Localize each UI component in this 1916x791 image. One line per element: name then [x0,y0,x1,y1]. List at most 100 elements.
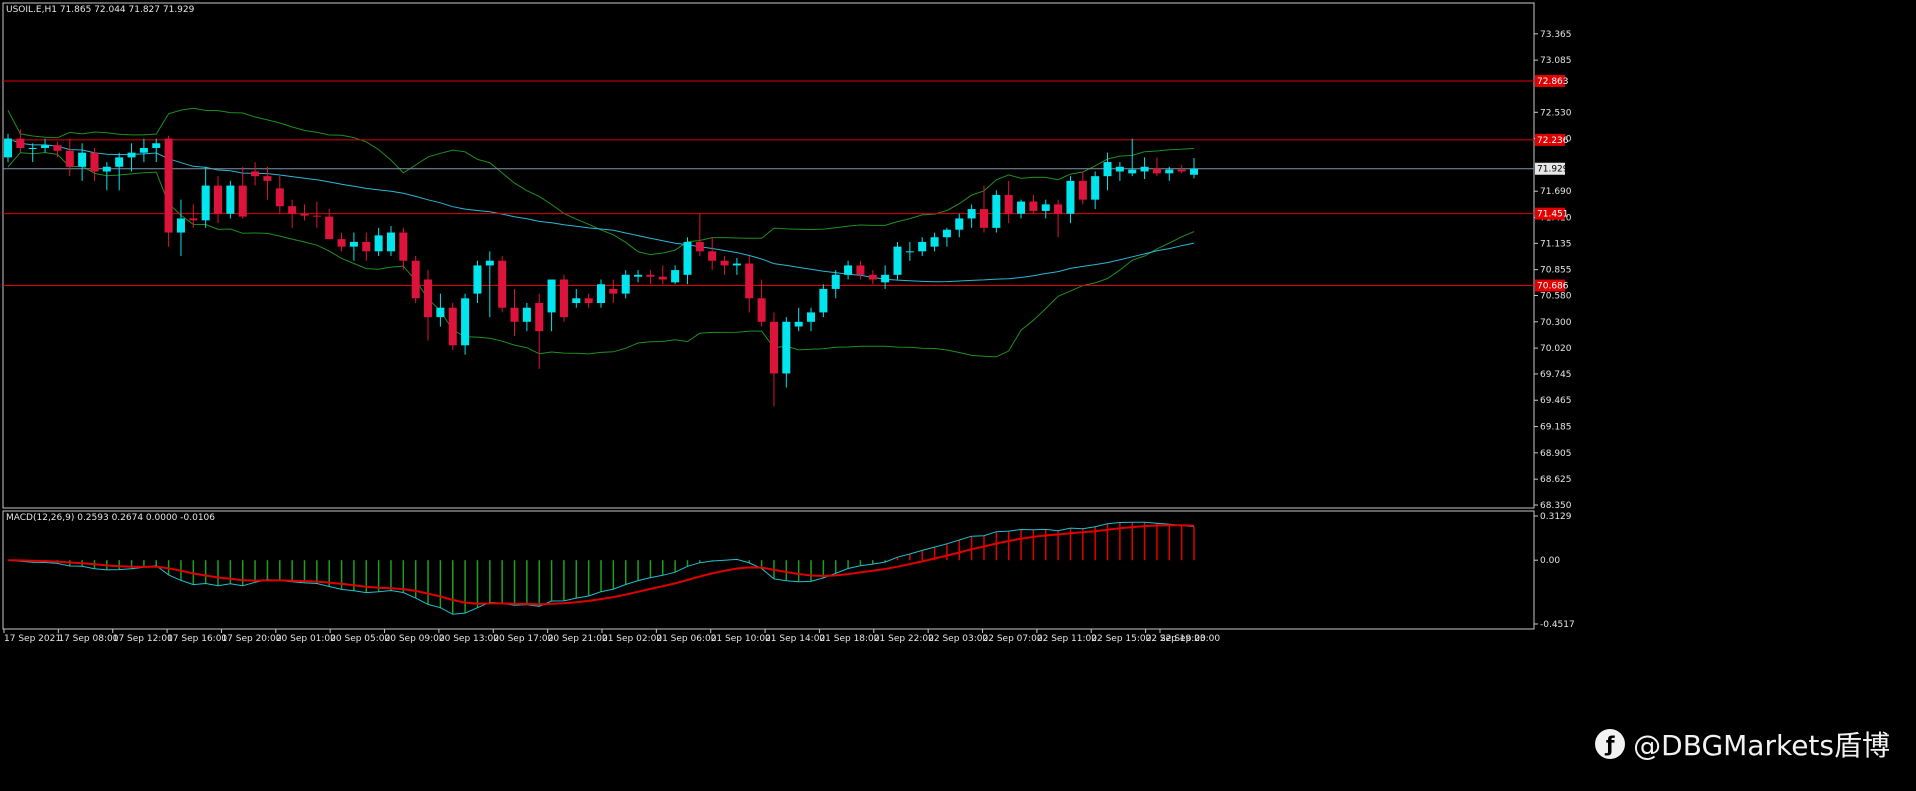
candle-body [720,260,729,266]
candle-body [164,138,173,233]
candle-body [115,157,124,167]
candle-body [337,239,346,247]
candle-body [794,321,803,327]
y-tick-label: 69.745 [1540,370,1572,380]
candle-body [695,241,704,252]
candle-body [226,185,235,214]
candle-body [881,274,890,283]
candle-body [782,321,791,374]
candle-body [522,307,531,322]
candle-body [424,279,433,318]
candle-body [78,152,87,167]
macd-y-tick-label: -0.4517 [1540,620,1575,630]
candle-body [745,263,754,299]
bollinger-upper-band [7,107,1195,256]
x-tick-label: 21 Sep 10:00 [711,634,771,644]
candle-body [263,176,272,181]
chart-area[interactable]: USOIL.E,H1 71.865 72.044 71.827 71.929 MA… [0,0,1916,791]
y-tick-label: 70.580 [1540,291,1572,301]
candle-body [535,303,544,332]
price-label: 71.451 [1537,210,1569,220]
candle-body [1103,162,1112,177]
x-tick-label: 17 Sep 20:00 [221,634,281,644]
y-tick-label: 68.625 [1540,475,1572,485]
candle-body [819,288,828,313]
x-tick-label: 17 Sep 08:00 [58,634,118,644]
candle-body [510,307,519,322]
y-tick-label: 69.465 [1540,396,1572,406]
candle-body [1029,201,1038,211]
candle-body [41,145,50,148]
x-tick-label: 20 Sep 17:00 [493,634,553,644]
candle-body [1177,169,1186,172]
candle-body [53,145,62,151]
candle-body [325,216,334,240]
x-tick-label: 17 Sep 2021 [4,634,61,644]
candle-body [312,215,321,217]
y-tick-label: 68.350 [1540,501,1572,511]
price-label: 72.236 [1537,136,1569,146]
candle-body [65,150,74,167]
x-tick-label: 21 Sep 14:00 [765,634,825,644]
symbol-ohlc-label: USOIL.E,H1 71.865 72.044 71.827 71.929 [6,5,195,15]
candle-body [658,276,667,280]
candle-body [1078,180,1087,200]
weibo-logo-icon: ƒ [1595,729,1626,759]
candle-body [646,274,655,277]
candle-body [275,188,284,207]
candle-body [16,138,25,148]
candle-body [992,194,1001,228]
candle-body [127,152,136,158]
macd-panel-frame [2,510,1535,630]
x-tick-label: 20 Sep 13:00 [439,634,499,644]
candle-body [436,307,445,318]
candle-body [967,209,976,219]
x-tick-label: 17 Sep 12:00 [113,634,173,644]
y-tick-label: 70.020 [1540,344,1572,354]
x-tick-label: 21 Sep 06:00 [656,634,716,644]
candle-body [3,138,13,158]
candle-body [1017,201,1026,214]
candle-body [671,270,680,283]
bollinger-lower-band [7,152,1195,358]
current-price-label: 71.929 [1537,165,1569,175]
candle-body [547,279,556,313]
candle-body [844,265,853,275]
price-label: 72.863 [1537,77,1569,87]
candle-body [1041,204,1050,211]
candle-body [201,185,210,221]
candle-body [189,218,198,221]
x-tick-label: 21 Sep 22:00 [874,634,934,644]
candle-body [473,265,482,294]
candle-body [955,218,964,230]
candle-body [856,265,865,275]
candle-body [238,185,247,217]
candle-body [485,260,494,266]
candle-body [139,147,148,153]
watermark-text: @DBGMarkets盾博 [1633,729,1890,762]
x-tick-label: 20 Sep 05:00 [330,634,390,644]
candle-body [399,232,408,261]
candle-body [1140,166,1149,172]
candle-body [1066,180,1075,214]
candle-body [942,229,951,238]
candle-body [807,312,816,322]
candle-body [102,166,111,172]
candle-body [634,274,643,277]
candle-body [461,298,470,346]
candle-body [559,279,568,318]
x-tick-label: 22 Sep 23:00 [1160,634,1220,644]
candle-body [893,246,902,275]
y-tick-label: 70.855 [1540,266,1572,276]
candle-body [732,263,741,266]
candle-body [905,251,914,253]
y-tick-label: 73.365 [1540,30,1572,40]
x-tick-label: 22 Sep 15:00 [1091,634,1151,644]
candle-body [1152,168,1161,174]
candle-body [28,147,37,149]
candle-body [374,235,383,252]
candle-body [1115,166,1124,172]
candle-body [411,260,420,299]
y-tick-label: 71.135 [1540,239,1572,249]
candle-body [214,185,223,214]
